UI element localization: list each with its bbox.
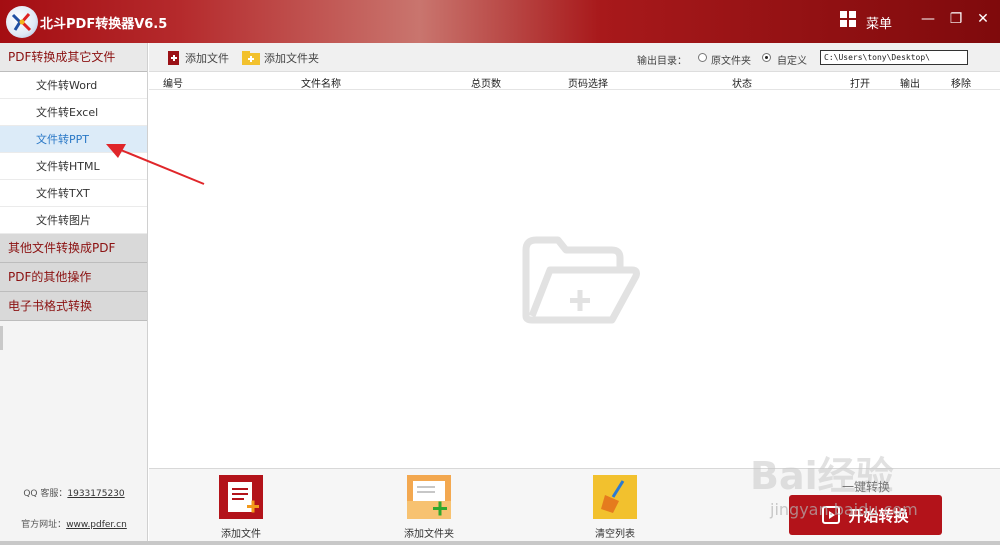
column-header-page-selection: 页码选择: [568, 79, 608, 90]
radio-original-folder[interactable]: [698, 53, 707, 62]
qq-number-link[interactable]: 1933175230: [67, 489, 124, 499]
sidebar-stub: [0, 326, 3, 350]
qq-label: QQ 客服：: [23, 489, 68, 499]
title-bar: 北斗PDF转换器V6.5 菜单 — ❐ ✕: [0, 0, 1000, 43]
column-header-number: 编号: [163, 79, 183, 90]
sidebar-section-pdf-operations[interactable]: PDF的其他操作: [0, 263, 147, 292]
output-dir-label: 输出目录：: [637, 56, 687, 67]
clear-list-label: 清空列表: [595, 529, 635, 540]
add-folder-large-icon: [407, 475, 451, 519]
toolbar-add-file-button[interactable]: 添加文件: [167, 50, 229, 66]
menu-button[interactable]: 菜单: [866, 13, 892, 32]
sidebar-item-excel[interactable]: 文件转Excel: [0, 99, 147, 126]
annotation-arrow-icon: [106, 144, 205, 185]
app-logo-icon: [6, 6, 38, 38]
app-title: 北斗PDF转换器V6.5: [40, 17, 168, 32]
sidebar-item-word[interactable]: 文件转Word: [0, 72, 147, 99]
add-file-icon: [167, 51, 181, 65]
column-header-open: 打开: [850, 79, 870, 90]
bottom-add-file-button[interactable]: 添加文件: [215, 475, 267, 540]
column-header-output: 输出: [900, 79, 920, 90]
radio-original-folder-label: 原文件夹: [711, 56, 751, 67]
bottom-add-folder-label: 添加文件夹: [404, 529, 454, 540]
site-label: 官方网址：: [21, 520, 67, 530]
clear-list-button[interactable]: 清空列表: [585, 475, 645, 540]
radio-custom-folder-label: 自定义: [777, 56, 807, 67]
column-header-total-pages: 总页数: [471, 79, 501, 90]
output-path-input[interactable]: C:\Users\tony\Desktop\: [820, 50, 968, 65]
site-url-link[interactable]: www.pdfer.cn: [66, 520, 127, 530]
status-strip: [0, 541, 1000, 545]
watermark-overlay-text: 一键转换: [842, 480, 891, 494]
bottom-add-file-label: 添加文件: [221, 529, 261, 540]
toolbar-add-file-label: 添加文件: [185, 52, 229, 65]
sidebar-section-ebook-conversion[interactable]: 电子书格式转换: [0, 292, 147, 321]
column-header-remove: 移除: [951, 79, 971, 90]
column-header-status: 状态: [732, 79, 752, 90]
website-contact: 官方网址：www.pdfer.cn: [0, 517, 148, 530]
sidebar: PDF转换成其它文件 文件转Word 文件转Excel 文件转PPT 文件转HT…: [0, 43, 148, 543]
toolbar: 添加文件 添加文件夹 输出目录： 原文件夹 自定义 C:\Users\tony\…: [149, 43, 1000, 72]
toolbar-add-folder-label: 添加文件夹: [264, 52, 319, 65]
file-table-header: 编号 文件名称 总页数 页码选择 状态 打开 输出 移除: [149, 72, 1000, 90]
sidebar-item-image[interactable]: 文件转图片: [0, 207, 147, 234]
sidebar-section-other-to-pdf[interactable]: 其他文件转换成PDF: [0, 234, 147, 263]
bottom-add-folder-button[interactable]: 添加文件夹: [393, 475, 465, 540]
qq-contact: QQ 客服：1933175230: [0, 486, 148, 499]
baidu-watermark-url: jingyan.baidu.com: [770, 500, 918, 519]
close-icon[interactable]: ✕: [972, 9, 994, 29]
restore-icon[interactable]: ❐: [945, 9, 967, 29]
broom-icon: [593, 475, 637, 519]
radio-custom-folder[interactable]: [762, 53, 771, 62]
column-header-filename: 文件名称: [301, 79, 341, 90]
toolbar-add-folder-button[interactable]: 添加文件夹: [242, 50, 319, 66]
sidebar-section-pdf-to-other[interactable]: PDF转换成其它文件: [0, 43, 147, 72]
add-file-large-icon: [219, 475, 263, 519]
add-folder-icon: [242, 51, 260, 65]
menu-grid-icon[interactable]: [840, 11, 857, 28]
empty-folder-add-icon[interactable]: [520, 236, 640, 324]
minimize-icon[interactable]: —: [917, 9, 939, 29]
